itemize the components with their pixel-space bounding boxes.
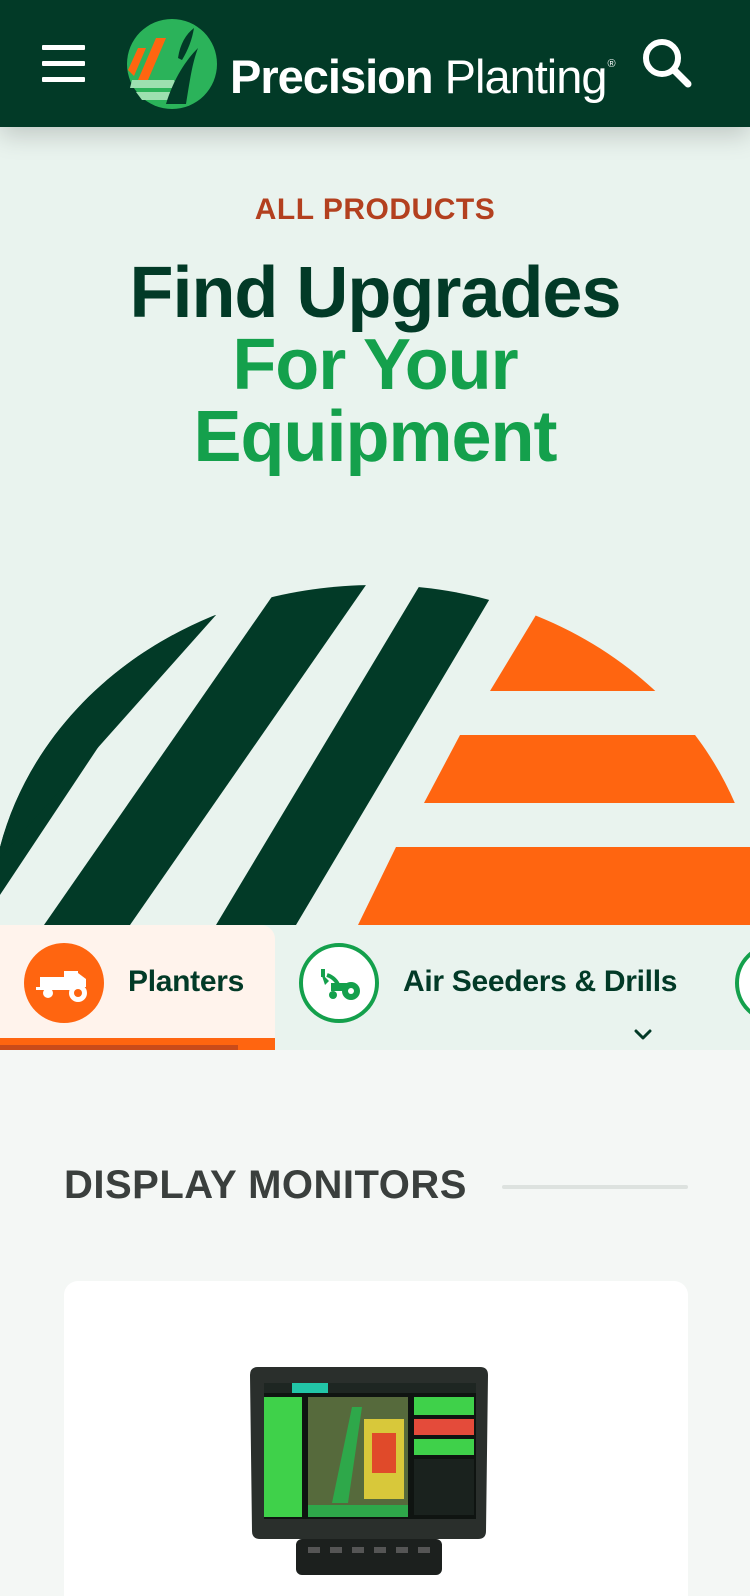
search-icon [643,39,692,88]
partial-category-icon [735,943,750,1023]
headline-line-1: Find Upgrades [129,253,621,333]
product-card[interactable] [64,1281,688,1596]
category-tabs: Planters Air Seeders & Drills [0,925,750,1050]
chevron-down-icon[interactable] [634,1029,652,1041]
active-tab-progress [0,1045,238,1050]
brand-logo-icon [127,19,217,109]
hero-eyebrow: ALL PRODUCTS [254,193,496,226]
section-title-display-monitors: DISPLAY MONITORS [64,1163,467,1207]
headline-line-3: Equipment [193,397,558,477]
brand-name-bold: Precision [230,50,434,103]
planter-icon-graphic [36,971,87,1002]
site-header: Precision Planting® [0,0,750,127]
hamburger-menu-button[interactable] [36,40,92,88]
tab-label-air-seeders-drills: Air Seeders & Drills [403,965,678,998]
brand-name: Precision Planting® [230,38,616,103]
orange-stripe [424,735,750,803]
tab-air-seeders-drills[interactable]: Air Seeders & Drills [278,925,718,1050]
display-monitor-image [250,1367,488,1575]
hero-headline: Find Upgrades For Your Equipment [0,257,750,473]
hero-brand-graphic [0,585,750,925]
brand-name-light: Planting [444,50,608,103]
orange-stripe [490,615,750,691]
menu-bar [42,77,85,82]
tab-label-planters: Planters [128,965,244,998]
hero-section: ALL PRODUCTS Find Upgrades For Your Equi… [0,127,750,925]
section-divider [502,1185,688,1189]
tab-next-partial[interactable] [735,925,750,1050]
search-button[interactable] [640,36,696,92]
registered-mark: ® [607,58,616,70]
seeder-icon [299,943,379,1023]
seeder-icon-graphic [321,969,360,1000]
menu-bar [42,61,85,66]
menu-bar [42,45,85,50]
orange-stripe [358,847,750,925]
tab-planters[interactable]: Planters [0,925,275,1050]
headline-line-2: For Your [232,325,518,405]
brand-logo-link[interactable]: Precision Planting® [126,18,626,110]
planter-icon [24,943,104,1023]
